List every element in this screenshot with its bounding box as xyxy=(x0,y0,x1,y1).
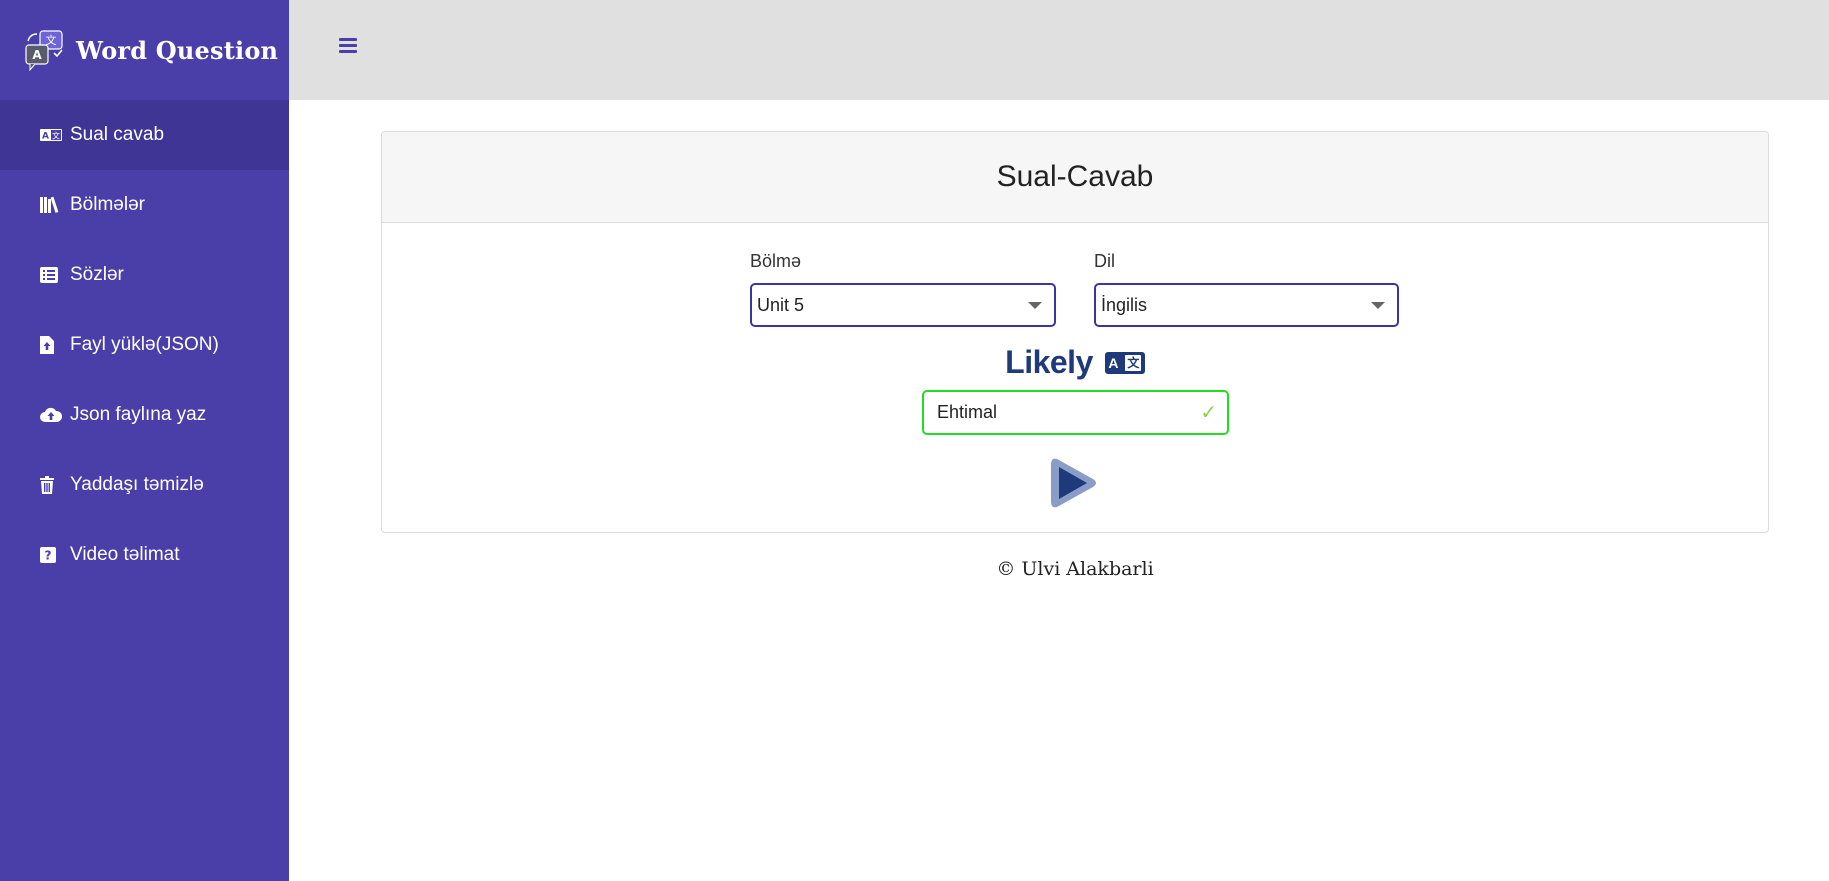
language-select[interactable]: İngilis xyxy=(1094,283,1399,327)
language-select-value: İngilis xyxy=(1101,294,1148,315)
sidebar-item-label: Bölmələr xyxy=(70,194,145,215)
translate-icon: A文 xyxy=(40,125,64,145)
sidebar-item-fayl-yukle[interactable]: Fayl yüklə(JSON) xyxy=(0,310,289,380)
chevron-down-icon xyxy=(1371,302,1385,309)
svg-text:?: ? xyxy=(45,549,52,563)
file-upload-icon xyxy=(40,335,64,355)
svg-text:A: A xyxy=(32,48,42,62)
question-word: Likely xyxy=(1005,344,1093,380)
sidebar-item-sozler[interactable]: Sözlər xyxy=(0,240,289,310)
play-button[interactable] xyxy=(1049,455,1099,511)
cloud-upload-icon xyxy=(40,405,64,425)
play-icon xyxy=(1051,458,1096,508)
question-card: Sual-Cavab Bölmə Unit 5 Dil İngilis Like… xyxy=(381,131,1769,533)
svg-text:A: A xyxy=(42,132,49,142)
sidebar-item-label: Video təlimat xyxy=(70,544,180,565)
check-icon: ✓ xyxy=(1200,402,1217,424)
hamburger-icon[interactable] xyxy=(339,38,357,56)
answer-value: Ehtimal xyxy=(937,402,998,422)
app-root: 文 A Word Question A文 Sual cavab Bölmələr xyxy=(0,0,1829,881)
brand[interactable]: 文 A Word Question xyxy=(0,0,289,100)
trash-icon xyxy=(40,475,64,495)
sidebar-item-sual-cavab[interactable]: A文 Sual cavab xyxy=(0,100,289,170)
translate-icon[interactable]: A 文 xyxy=(1104,351,1145,374)
language-label: Dil xyxy=(1094,251,1115,271)
section-select-value: Unit 5 xyxy=(757,294,805,315)
sidebar-item-label: Fayl yüklə(JSON) xyxy=(70,334,219,355)
question-icon: ? xyxy=(40,545,64,565)
brand-title: Word Question xyxy=(76,35,279,65)
section-label: Bölmə xyxy=(750,251,802,271)
sidebar-item-bolmeler[interactable]: Bölmələr xyxy=(0,170,289,240)
sidebar-item-label: Json faylına yaz xyxy=(70,404,207,425)
sidebar-item-label: Yaddaşı təmizlə xyxy=(70,474,204,495)
sidebar-item-label: Sual cavab xyxy=(70,124,165,145)
chevron-down-icon xyxy=(1028,302,1042,309)
card-header: Sual-Cavab xyxy=(382,132,1768,223)
svg-text:文: 文 xyxy=(52,131,60,141)
translate-chat-icon: 文 A xyxy=(24,29,66,72)
sidebar-item-label: Sözlər xyxy=(70,264,124,285)
topbar xyxy=(289,0,1829,100)
section-select[interactable]: Unit 5 xyxy=(750,283,1056,327)
sidebar-item-yaddasi-temizle[interactable]: Yaddaşı təmizlə xyxy=(0,450,289,520)
word-row: Likely A 文 xyxy=(382,344,1768,381)
footer: © Ulvi Alakbarli xyxy=(996,558,1154,580)
sidebar: 文 A Word Question A文 Sual cavab Bölmələr xyxy=(0,0,289,881)
translate-badge-right: 文 xyxy=(1125,354,1142,371)
sidebar-item-video-telimat[interactable]: ? Video təlimat xyxy=(0,520,289,590)
sidebar-item-json-yaz[interactable]: Json faylına yaz xyxy=(0,380,289,450)
translate-badge-left: A xyxy=(1108,354,1119,371)
answer-input[interactable]: Ehtimal ✓ xyxy=(922,390,1229,435)
page-title: Sual-Cavab xyxy=(996,160,1154,193)
list-icon xyxy=(40,265,64,285)
books-icon xyxy=(40,195,64,215)
